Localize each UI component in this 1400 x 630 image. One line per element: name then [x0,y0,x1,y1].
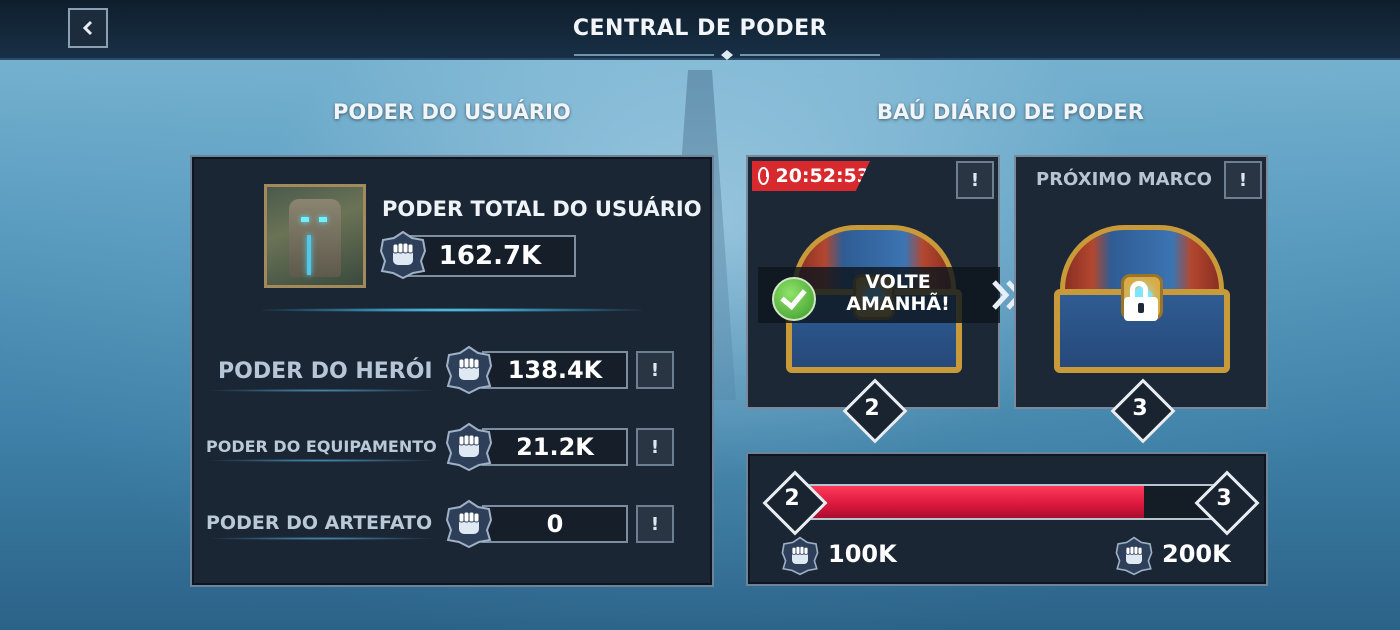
title-ornament [574,50,880,60]
fist-icon [378,230,428,280]
user-power-panel: PODER TOTAL DO USUÁRIO 162.7K PODER DO H… [190,155,714,587]
end-level-number: 3 [1216,486,1232,511]
milestone-progress-bar [798,484,1222,520]
golem-figure [289,199,341,277]
golem-eye [319,217,327,222]
end-milestone-value: 200K [1162,540,1231,568]
progress-fill [800,486,1145,518]
hero-power-label: PODER DO HERÓI [218,359,433,384]
next-milestone-title: PRÓXIMO MARCO [1036,169,1212,190]
chest-level-number: 3 [1132,396,1148,421]
check-icon [772,277,816,321]
user-power-section-title: PODER DO USUÁRIO [333,100,571,124]
total-power-label: PODER TOTAL DO USUÁRIO [382,197,702,221]
artifact-power-value: 0 [482,505,628,543]
fist-icon [444,499,494,549]
come-back-tomorrow-text: VOLTE AMANHÃ! [846,271,950,315]
hero-power-value: 138.4K [482,351,628,389]
label-glow [212,459,432,462]
current-chest-info-button[interactable]: ! [956,161,994,199]
golem-crack [307,235,311,275]
daily-chest-section-title: BAÚ DIÁRIO DE PODER [877,100,1144,124]
equipment-power-value: 21.2K [482,428,628,466]
lock-icon [1124,281,1158,321]
current-chest-card[interactable]: 20:52:53 ! VOLTE AMANHÃ! 2 [746,155,1000,444]
fist-icon [1114,536,1154,576]
label-glow [212,537,432,540]
hero-power-info-button[interactable]: ! [636,351,674,389]
page-title: CENTRAL DE PODER [572,16,828,41]
total-power-value: 162.7K [404,235,576,277]
start-level-number: 2 [784,486,800,511]
divider-glow [262,308,642,312]
hero-portrait [264,184,366,288]
chest-level-number: 2 [864,396,880,421]
chest-timer: 20:52:53 [752,161,870,191]
start-milestone-value: 100K [828,540,897,568]
fist-icon [444,345,494,395]
label-glow [212,389,432,392]
timer-icon [758,167,770,185]
milestone-progress-panel: 2 3 100K 200K [746,452,1268,586]
golem-eye [301,217,309,222]
fist-icon [444,422,494,472]
equipment-power-label: PODER DO EQUIPAMENTO [206,437,437,456]
timer-text: 20:52:53 [775,165,870,187]
artifact-power-info-button[interactable]: ! [636,505,674,543]
next-chest-info-button[interactable]: ! [1224,161,1262,199]
next-milestone-chest-card[interactable]: PRÓXIMO MARCO ! 3 [1014,155,1268,444]
artifact-power-label: PODER DO ARTEFATO [206,512,433,534]
fist-icon [780,536,820,576]
equipment-power-info-button[interactable]: ! [636,428,674,466]
